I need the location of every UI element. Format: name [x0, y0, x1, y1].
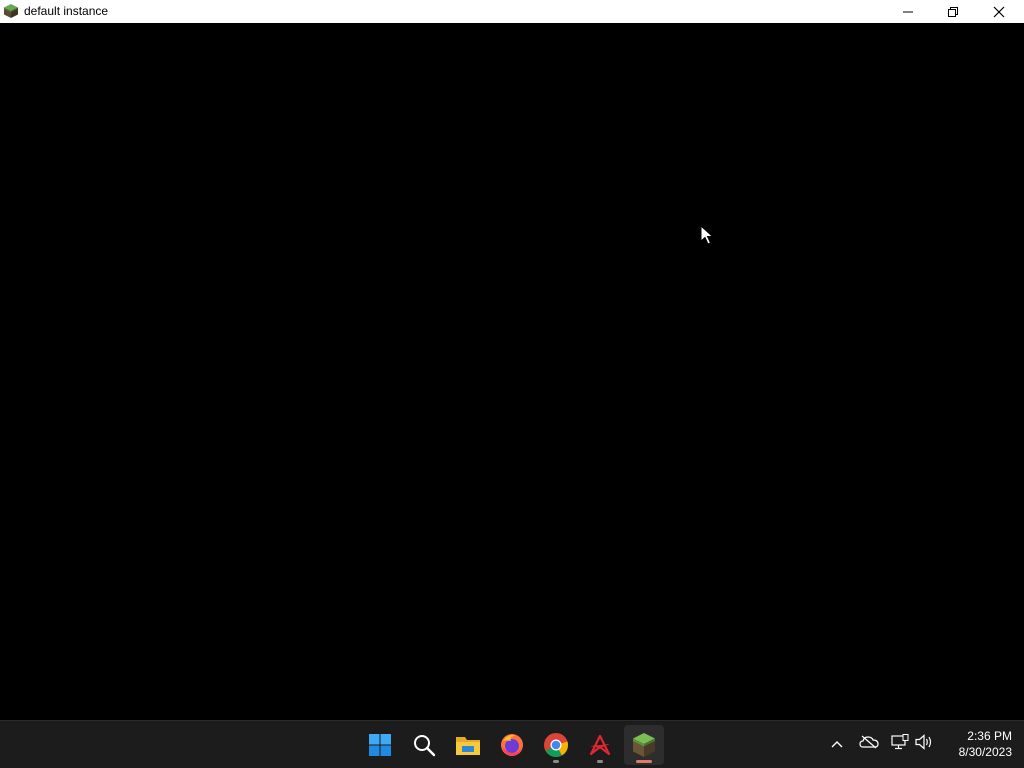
game-viewport[interactable] — [0, 23, 1024, 720]
network-tray-button[interactable] — [888, 732, 912, 756]
taskbar-acrobat-button[interactable] — [580, 725, 620, 765]
mouse-pointer-icon — [700, 224, 714, 245]
volume-tray-button[interactable] — [913, 732, 937, 756]
running-indicator — [553, 760, 559, 763]
taskbar-clock[interactable]: 2:36 PM 8/30/2023 — [940, 728, 1012, 760]
minecraft-grass-block-icon — [632, 732, 656, 758]
minecraft-grass-block-icon — [3, 3, 19, 19]
taskbar-minecraft-button[interactable] — [624, 725, 664, 765]
network-icon — [891, 733, 909, 755]
taskbar-search-button[interactable] — [404, 725, 444, 765]
acrobat-icon — [588, 733, 612, 757]
onedrive-tray-button[interactable] — [857, 732, 881, 756]
taskbar-file-explorer-button[interactable] — [448, 725, 488, 765]
taskbar-firefox-button[interactable] — [492, 725, 532, 765]
search-icon — [412, 733, 436, 757]
restore-button[interactable] — [930, 0, 975, 23]
windows-start-icon — [368, 733, 392, 757]
minimize-button[interactable] — [885, 0, 930, 23]
window-title: default instance — [24, 4, 109, 18]
close-button[interactable] — [976, 0, 1021, 23]
active-indicator — [636, 760, 652, 763]
firefox-icon — [499, 732, 525, 758]
clock-date: 8/30/2023 — [958, 745, 1012, 759]
clock-time: 2:36 PM — [967, 729, 1012, 743]
taskbar-chrome-button[interactable] — [536, 725, 576, 765]
chrome-icon — [543, 732, 569, 758]
restore-icon — [947, 6, 958, 17]
show-hidden-icons-button[interactable] — [825, 732, 849, 756]
close-icon — [993, 6, 1005, 18]
volume-icon — [915, 733, 935, 755]
taskbar-start-button[interactable] — [360, 725, 400, 765]
window-titlebar[interactable]: default instance — [0, 0, 1024, 23]
running-indicator — [597, 760, 603, 763]
minimize-icon — [902, 7, 913, 17]
chevron-up-icon — [831, 735, 843, 753]
onedrive-offline-icon — [859, 735, 879, 754]
folder-icon — [455, 733, 481, 757]
app-window: default instance — [0, 0, 1024, 720]
